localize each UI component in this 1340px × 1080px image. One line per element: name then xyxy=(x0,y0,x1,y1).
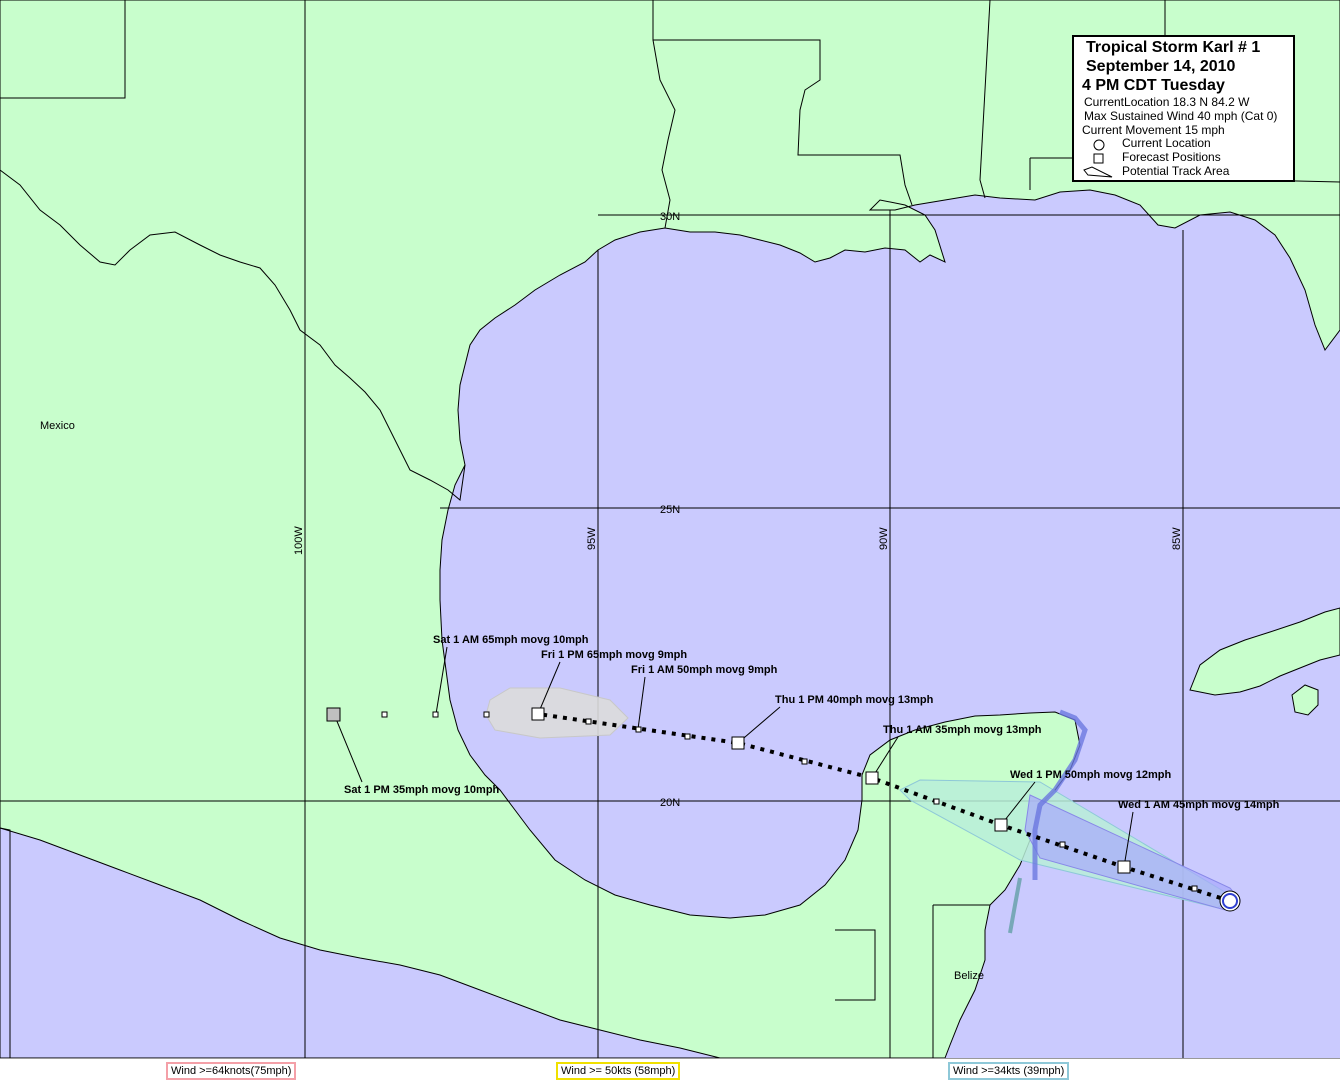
forecast-square-thu-1pm xyxy=(731,736,745,750)
lat-label-20n: 20N xyxy=(660,797,680,809)
place-label-belize: Belize xyxy=(954,970,984,982)
legend-title-storm: Tropical Storm Karl # 1 xyxy=(1086,39,1261,56)
circle-icon xyxy=(1093,139,1105,151)
lon-label-85w: 85W xyxy=(1171,527,1183,550)
forecast-label-wed-1am: Wed 1 AM 45mph movg 14mph xyxy=(1118,799,1280,811)
lon-label-90w: 90W xyxy=(878,527,890,550)
wind-key-strong: Wind >= 50kts (58mph) xyxy=(556,1062,681,1080)
forecast-label-fri-1pm: Fri 1 PM 65mph movg 9mph xyxy=(541,649,687,661)
wind-key-bar: Wind >=64knots(75mph) Wind >= 50kts (58m… xyxy=(0,1058,1340,1080)
legend-item-track-area: Potential Track Area xyxy=(1122,164,1230,178)
legend-max-wind: Max Sustained Wind 40 mph (Cat 0) xyxy=(1084,109,1278,123)
legend-title-date: September 14, 2010 xyxy=(1086,58,1236,75)
forecast-label-thu-1pm: Thu 1 PM 40mph movg 13mph xyxy=(775,694,934,706)
forecast-label-sat-1pm: Sat 1 PM 35mph movg 10mph xyxy=(344,784,500,796)
lat-label-25n: 25N xyxy=(660,504,680,516)
forecast-label-thu-1am: Thu 1 AM 35mph movg 13mph xyxy=(883,724,1042,736)
storm-legend: Tropical Storm Karl # 1 September 14, 20… xyxy=(1072,35,1295,182)
forecast-label-wed-1pm: Wed 1 PM 50mph movg 12mph xyxy=(1010,769,1171,781)
forecast-square-sat-1pm xyxy=(326,707,341,722)
lon-label-100w: 100W xyxy=(293,526,305,555)
place-label-mexico: Mexico xyxy=(40,420,75,432)
forecast-square-fri-1pm xyxy=(531,707,545,721)
cone-icon xyxy=(1083,166,1113,178)
legend-movement: Current Movement 15 mph xyxy=(1082,123,1225,137)
legend-title-time: 4 PM CDT Tuesday xyxy=(1082,77,1225,94)
forecast-label-sat-1am: Sat 1 AM 65mph movg 10mph xyxy=(433,634,589,646)
lon-label-95w: 95W xyxy=(586,527,598,550)
legend-item-current-location: Current Location xyxy=(1122,136,1211,150)
square-icon xyxy=(1093,153,1104,164)
lat-label-30n: 30N xyxy=(660,211,680,223)
forecast-square-wed-1pm xyxy=(994,818,1008,832)
wind-key-hurricane: Wind >=64knots(75mph) xyxy=(166,1062,297,1080)
legend-item-forecast-positions: Forecast Positions xyxy=(1122,150,1221,164)
wind-key-tropical: Wind >=34kts (39mph) xyxy=(948,1062,1070,1080)
forecast-square-thu-1am xyxy=(865,771,879,785)
legend-current-location: CurrentLocation 18.3 N 84.2 W xyxy=(1084,95,1250,109)
forecast-label-fri-1am: Fri 1 AM 50mph movg 9mph xyxy=(631,664,778,676)
forecast-square-wed-1am xyxy=(1117,860,1131,874)
